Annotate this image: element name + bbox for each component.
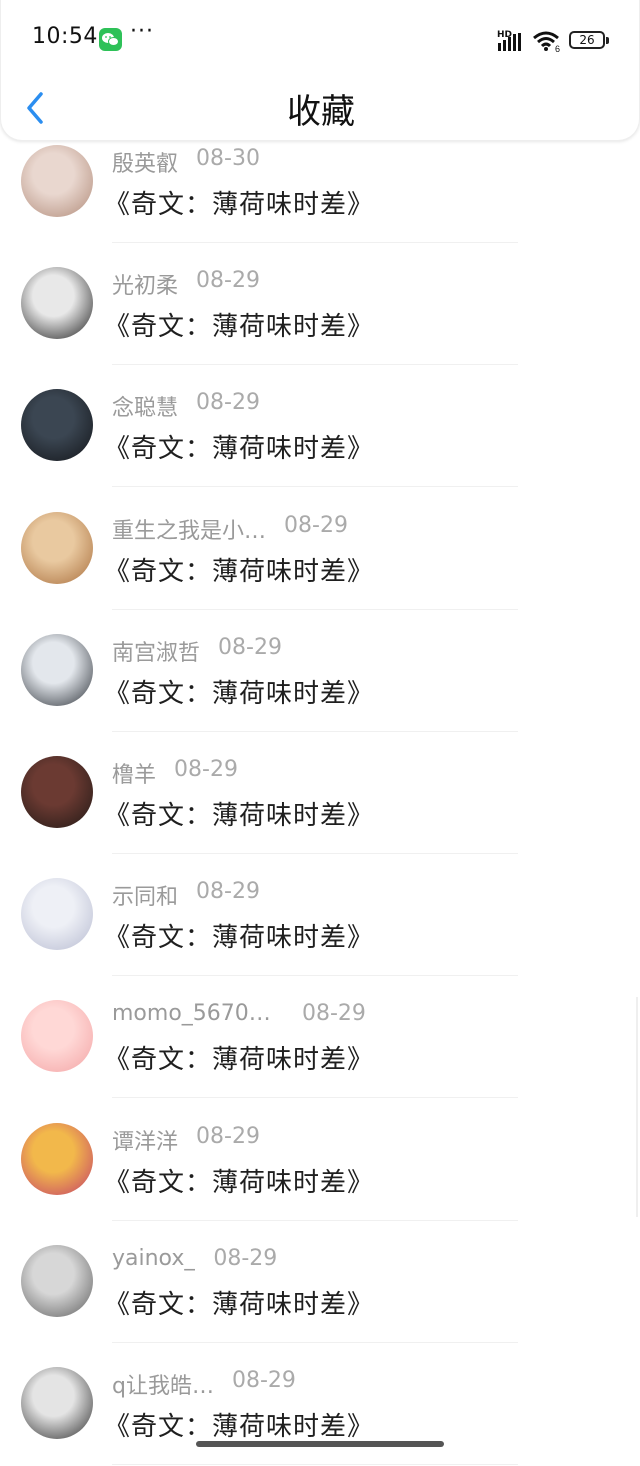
- item-content[interactable]: 《奇文：薄荷味时差》: [104, 184, 374, 221]
- item-meta: q让我皓… 08-29: [112, 1368, 296, 1400]
- item-date: 08-29: [196, 1123, 260, 1149]
- list-item[interactable]: 示同和 08-29 《奇文：薄荷味时差》: [0, 855, 640, 977]
- divider: [112, 1219, 518, 1221]
- user-name[interactable]: 谭洋洋: [112, 1124, 178, 1156]
- avatar[interactable]: [21, 1244, 93, 1317]
- item-content[interactable]: 《奇文：薄荷味时差》: [104, 428, 374, 465]
- item-content[interactable]: 《奇文：薄荷味时差》: [104, 795, 374, 832]
- more-notifications-icon: ···: [130, 19, 154, 44]
- avatar[interactable]: [21, 878, 93, 951]
- item-meta: 谭洋洋 08-29: [112, 1123, 260, 1156]
- avatar[interactable]: [21, 145, 93, 217]
- user-name[interactable]: 示同和: [112, 879, 178, 911]
- user-name[interactable]: yainox_: [112, 1246, 195, 1271]
- divider: [112, 608, 518, 610]
- item-date: 08-29: [213, 1245, 278, 1271]
- item-meta: 南宫淑哲 08-29: [112, 634, 282, 667]
- item-content[interactable]: 《奇文：薄荷味时差》: [104, 1039, 374, 1076]
- item-date: 08-29: [302, 1001, 366, 1027]
- item-content[interactable]: 《奇文：薄荷味时差》: [104, 673, 374, 710]
- item-content[interactable]: 《奇文：薄荷味时差》: [104, 1406, 374, 1443]
- user-name[interactable]: 光初柔: [112, 268, 178, 300]
- avatar[interactable]: [21, 1000, 93, 1073]
- avatar[interactable]: [21, 389, 93, 462]
- list-item[interactable]: yainox_ 08-29 《奇文：薄荷味时差》: [0, 1222, 640, 1344]
- list-item[interactable]: 光初柔 08-29 《奇文：薄荷味时差》: [0, 244, 640, 366]
- list-item[interactable]: 重生之我是小… 08-29 《奇文：薄荷味时差》: [0, 489, 640, 611]
- item-content[interactable]: 《奇文：薄荷味时差》: [104, 551, 374, 588]
- divider: [112, 242, 518, 243]
- divider: [112, 486, 518, 488]
- wifi-icon: 6: [532, 30, 562, 54]
- item-date: 08-29: [218, 634, 282, 660]
- divider: [112, 730, 518, 732]
- user-name[interactable]: 殷英叡: [112, 146, 178, 178]
- divider: [112, 364, 518, 366]
- item-date: 08-29: [196, 390, 260, 416]
- item-date: 08-29: [196, 879, 260, 905]
- item-meta: 光初柔 08-29: [112, 268, 260, 300]
- user-name[interactable]: q让我皓…: [112, 1368, 214, 1400]
- item-meta: yainox_ 08-29: [112, 1246, 277, 1276]
- item-date: 08-29: [231, 1368, 296, 1393]
- list-item[interactable]: 谭洋洋 08-29 《奇文：薄荷味时差》: [0, 1100, 640, 1222]
- item-date: 08-29: [196, 268, 260, 294]
- scroll-indicator: [636, 997, 638, 1217]
- avatar[interactable]: [21, 1122, 93, 1195]
- avatar[interactable]: [21, 756, 93, 828]
- user-name[interactable]: 念聪慧: [112, 390, 178, 422]
- list-item[interactable]: 念聪慧 08-29 《奇文：薄荷味时差》: [0, 366, 640, 488]
- item-content[interactable]: 《奇文：薄荷味时差》: [104, 1284, 374, 1321]
- item-content[interactable]: 《奇文：薄荷味时差》: [104, 306, 374, 343]
- user-name[interactable]: 橹羊: [112, 757, 156, 789]
- item-date: 08-30: [196, 146, 260, 171]
- list-item[interactable]: 南宫淑哲 08-29 《奇文：薄荷味时差》: [0, 611, 640, 733]
- divider: [112, 1464, 518, 1465]
- home-indicator[interactable]: [196, 1441, 444, 1447]
- item-date: 08-29: [174, 757, 238, 782]
- item-meta: momo_56706… 08-29: [112, 1001, 366, 1031]
- divider: [112, 1097, 518, 1099]
- divider: [112, 853, 518, 854]
- divider: [112, 1341, 518, 1343]
- divider: [112, 975, 518, 977]
- item-meta: 示同和 08-29: [112, 879, 260, 911]
- item-content[interactable]: 《奇文：薄荷味时差》: [104, 917, 374, 954]
- user-name[interactable]: 南宫淑哲: [112, 635, 200, 667]
- list-item[interactable]: 橹羊 08-29 《奇文：薄荷味时差》: [0, 733, 640, 855]
- signal-icon: [498, 33, 521, 51]
- user-name[interactable]: momo_56706…: [112, 1001, 284, 1026]
- item-meta: 念聪慧 08-29: [112, 390, 260, 422]
- item-date: 08-29: [284, 512, 348, 538]
- wifi-sub-label: 6: [555, 44, 560, 52]
- avatar[interactable]: [21, 511, 93, 584]
- app-header: 10:54 ··· HD 6 26 收藏: [0, 0, 640, 141]
- item-meta: 重生之我是小… 08-29: [112, 512, 348, 545]
- list-item[interactable]: q让我皓… 08-29 《奇文：薄荷味时差》: [0, 1344, 640, 1466]
- page-title: 收藏: [287, 92, 355, 132]
- item-meta: 橹羊 08-29: [112, 757, 238, 789]
- status-time: 10:54: [32, 24, 98, 49]
- avatar[interactable]: [21, 633, 93, 706]
- battery-indicator: 26: [569, 31, 605, 49]
- wechat-icon: [99, 28, 122, 51]
- avatar[interactable]: [21, 1367, 93, 1439]
- item-meta: 殷英叡 08-30: [112, 146, 260, 178]
- status-bar: 10:54 ··· HD 6 26: [1, 0, 640, 80]
- user-name[interactable]: 重生之我是小…: [112, 513, 266, 545]
- item-content[interactable]: 《奇文：薄荷味时差》: [104, 1162, 374, 1199]
- avatar[interactable]: [21, 267, 93, 340]
- battery-cap: [606, 37, 609, 44]
- list-item[interactable]: momo_56706… 08-29 《奇文：薄荷味时差》: [0, 977, 640, 1099]
